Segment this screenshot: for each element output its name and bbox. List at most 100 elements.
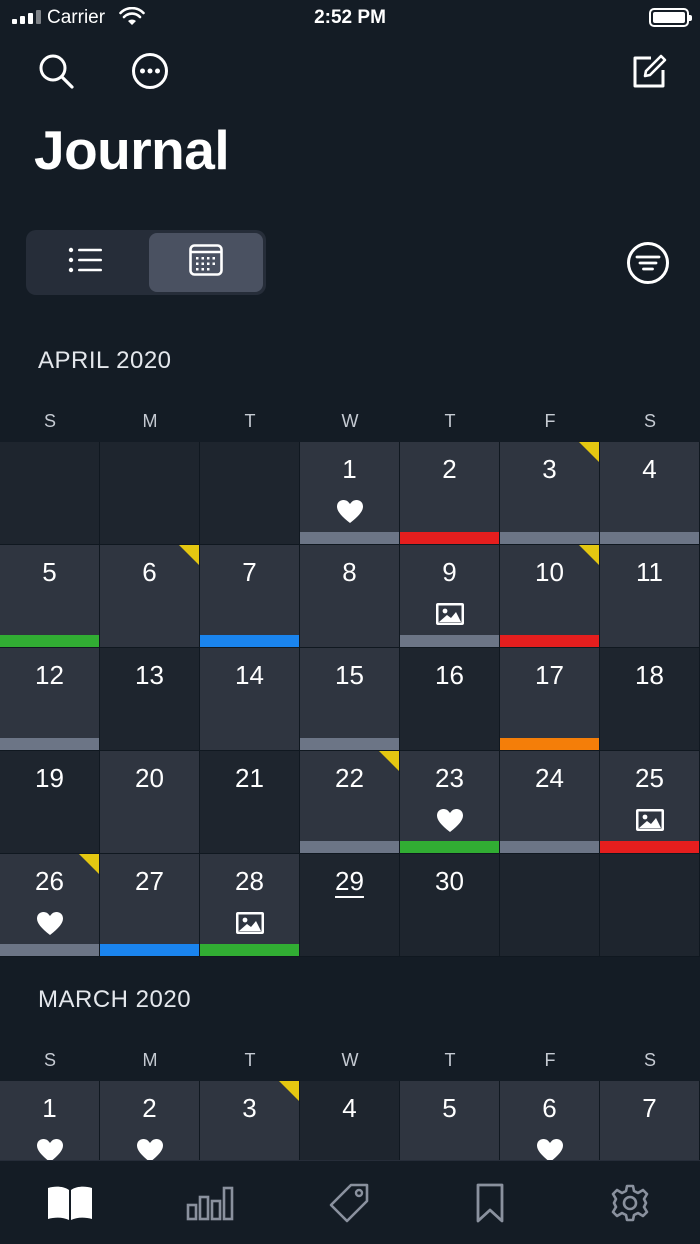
day-cell[interactable]: 4 (600, 442, 700, 545)
settings-icon[interactable] (600, 1181, 660, 1225)
flag-corner (279, 1081, 299, 1101)
weekday-label: W (341, 1050, 359, 1070)
day-cell[interactable]: 19 (0, 751, 100, 854)
day-cell[interactable]: 22 (300, 751, 400, 854)
day-cell[interactable]: 29 (300, 854, 400, 957)
weekday-label: M (142, 1050, 158, 1070)
heart-icon (36, 911, 64, 941)
day-number: 16 (435, 660, 464, 690)
empty-day-cell (100, 442, 200, 545)
stats-icon[interactable] (180, 1181, 240, 1225)
tags-icon[interactable] (320, 1181, 380, 1225)
flag-corner (179, 545, 199, 565)
day-cell[interactable]: 2 (400, 442, 500, 545)
day-cell[interactable]: 5 (0, 545, 100, 648)
day-number: 27 (135, 866, 164, 896)
mood-bar (100, 944, 199, 956)
day-cell[interactable]: 17 (500, 648, 600, 751)
photo-icon (435, 602, 465, 631)
day-cell[interactable]: 26 (0, 854, 100, 957)
weekday-label: S (43, 411, 56, 431)
day-cell[interactable]: 9 (400, 545, 500, 648)
mood-bar (600, 841, 699, 853)
day-cell[interactable]: 27 (100, 854, 200, 957)
day-cell[interactable]: 30 (400, 854, 500, 957)
weekday-header-april: S M T W T F S (0, 411, 700, 432)
empty-day-cell (600, 854, 700, 957)
day-cell[interactable]: 21 (200, 751, 300, 854)
mood-bar (300, 841, 399, 853)
weekday-label: S (643, 411, 656, 431)
flag-corner (579, 545, 599, 565)
day-cell[interactable]: 13 (100, 648, 200, 751)
day-cell[interactable]: 20 (100, 751, 200, 854)
day-number: 4 (642, 454, 657, 484)
flag-corner (379, 751, 399, 771)
filter-icon[interactable] (626, 241, 670, 285)
day-number: 11 (636, 557, 663, 587)
day-cell[interactable]: 15 (300, 648, 400, 751)
day-cell[interactable]: 18 (600, 648, 700, 751)
status-bar: Carrier 2:52 PM (0, 0, 700, 36)
day-cell[interactable]: 3 (500, 442, 600, 545)
flag-corner (79, 854, 99, 874)
bookmark-icon[interactable] (460, 1181, 520, 1225)
mood-bar (300, 738, 399, 750)
day-number: 20 (135, 763, 164, 793)
day-number: 24 (535, 763, 564, 793)
weekday-label: W (341, 411, 359, 431)
search-icon[interactable] (34, 49, 78, 93)
day-number: 19 (35, 763, 64, 793)
weekday-label: S (43, 1050, 56, 1070)
mood-bar (400, 841, 499, 853)
day-cell[interactable]: 10 (500, 545, 600, 648)
day-number: 2 (442, 454, 457, 484)
mood-bar (400, 635, 499, 647)
list-view-button[interactable] (29, 233, 143, 292)
day-number: 1 (42, 1093, 57, 1123)
mood-bar (500, 635, 599, 647)
calendar-view-button[interactable] (149, 233, 263, 292)
empty-day-cell (500, 854, 600, 957)
day-cell[interactable]: 24 (500, 751, 600, 854)
list-icon (68, 246, 104, 279)
day-cell[interactable]: 11 (600, 545, 700, 648)
weekday-label: F (544, 411, 556, 431)
day-number: 8 (342, 557, 357, 587)
weekday-label: M (142, 411, 158, 431)
weekday-label: F (544, 1050, 556, 1070)
tab-bar (0, 1160, 700, 1244)
day-number: 21 (235, 763, 264, 793)
day-number: 23 (435, 763, 464, 793)
day-cell[interactable]: 6 (100, 545, 200, 648)
day-cell[interactable]: 8 (300, 545, 400, 648)
day-number: 5 (42, 557, 57, 587)
weekday-label: T (244, 411, 256, 431)
weekday-header-march: S M T W T F S (0, 1050, 700, 1071)
more-icon[interactable] (128, 49, 172, 93)
day-cell[interactable]: 25 (600, 751, 700, 854)
day-cell[interactable]: 16 (400, 648, 500, 751)
day-number: 15 (335, 660, 364, 690)
day-cell[interactable]: 23 (400, 751, 500, 854)
mood-bar (0, 738, 99, 750)
photo-icon (235, 911, 265, 940)
day-number: 9 (442, 557, 457, 587)
photo-icon (635, 808, 665, 837)
weekday-label: T (244, 1050, 256, 1070)
day-cell[interactable]: 7 (200, 545, 300, 648)
day-cell[interactable]: 14 (200, 648, 300, 751)
day-number: 18 (635, 660, 664, 690)
mood-bar (200, 944, 299, 956)
empty-day-cell (200, 442, 300, 545)
page-title: Journal (34, 119, 230, 181)
journal-icon[interactable] (40, 1181, 100, 1225)
mood-bar (500, 738, 599, 750)
compose-icon[interactable] (627, 49, 671, 93)
day-cell[interactable]: 28 (200, 854, 300, 957)
day-number: 7 (642, 1093, 657, 1123)
day-number: 5 (442, 1093, 457, 1123)
day-cell[interactable]: 1 (300, 442, 400, 545)
day-number: 13 (135, 660, 164, 690)
day-cell[interactable]: 12 (0, 648, 100, 751)
